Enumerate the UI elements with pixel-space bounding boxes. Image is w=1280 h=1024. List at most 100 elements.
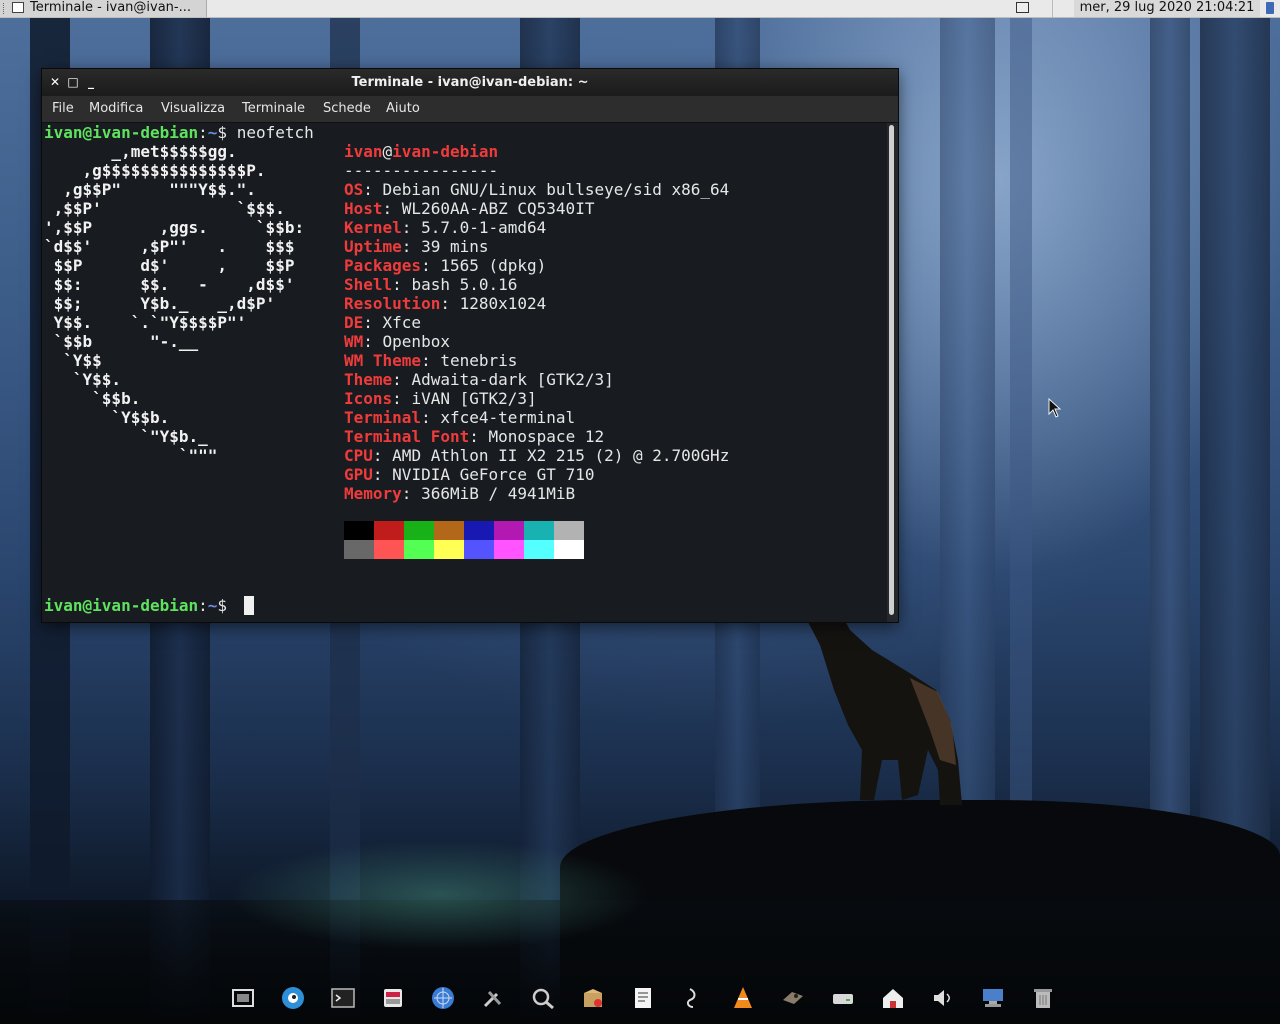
info-line: Kernel: 5.7.0-1-amd64 — [344, 218, 546, 237]
menubar: File Modifica Visualizza Terminale Sched… — [42, 96, 898, 123]
settings-tools-icon[interactable] — [480, 986, 506, 1010]
info-key: WM Theme — [344, 351, 422, 370]
ascii-logo-line: $$P d$' , $$P — [44, 256, 295, 275]
menu-aiuto[interactable]: Aiuto — [382, 96, 424, 122]
dock — [222, 978, 1068, 1018]
mouse-pointer-icon — [1048, 398, 1062, 418]
info-key: Resolution — [344, 294, 441, 313]
home-folder-icon[interactable] — [880, 986, 906, 1010]
info-value: : Debian GNU/Linux bullseye/sid x86_64 — [363, 180, 730, 199]
ascii-logo-line: ',$$P ,ggs. `$$b: — [44, 218, 305, 237]
info-line: Theme: Adwaita-dark [GTK2/3] — [344, 370, 614, 389]
prompt-path: ~ — [207, 596, 218, 615]
panel-grip[interactable] — [3, 3, 6, 14]
scrollbar-thumb[interactable] — [889, 125, 894, 615]
prompt-user: ivan@ivan-debian — [44, 123, 199, 142]
drive-icon[interactable] — [830, 986, 856, 1010]
info-line: WM Theme: tenebris — [344, 351, 517, 370]
info-key: DE — [344, 313, 364, 332]
info-key: Icons — [344, 389, 393, 408]
panel-separator — [1052, 0, 1053, 17]
prompt-sep: : — [198, 596, 208, 615]
trash-icon[interactable] — [1030, 986, 1056, 1010]
menu-file[interactable]: File — [48, 96, 78, 122]
info-line: Shell: bash 5.0.16 — [344, 275, 517, 294]
info-value: : Monospace 12 — [469, 427, 605, 446]
ascii-logo-line: $$: $$. - ,d$$' — [44, 275, 295, 294]
info-line: DE: Xfce — [344, 313, 421, 332]
info-value: : bash 5.0.16 — [392, 275, 518, 294]
notification-icon[interactable] — [1266, 2, 1274, 14]
terminal-window-icon — [12, 2, 24, 13]
audio-mixer-icon[interactable] — [680, 986, 706, 1010]
ascii-logo-line: `$$b. — [44, 389, 141, 408]
info-line: GPU: NVIDIA GeForce GT 710 — [344, 465, 594, 484]
text-editor-icon[interactable] — [630, 986, 656, 1010]
info-line: Resolution: 1280x1024 — [344, 294, 546, 313]
info-value: : 1280x1024 — [440, 294, 547, 313]
info-line: Terminal Font: Monospace 12 — [344, 427, 604, 446]
info-key: Memory — [344, 484, 402, 503]
palette-swatch — [494, 521, 524, 540]
palette-swatch — [404, 521, 434, 540]
info-value: : NVIDIA GeForce GT 710 — [372, 465, 595, 484]
ascii-logo-line: ,g$$P" """Y$$.". — [44, 180, 256, 199]
info-key: GPU — [344, 465, 373, 484]
window-titlebar[interactable]: ✕ □ _ Terminale - ivan@ivan-debian: ~ — [42, 69, 898, 96]
menu-visualizza[interactable]: Visualizza — [157, 96, 229, 122]
ascii-logo-line: $$; Y$b._ _,d$P' — [44, 294, 276, 313]
taskbar-window-button[interactable]: Terminale - ivan@ivan-... — [0, 0, 207, 17]
search-icon[interactable] — [530, 986, 556, 1010]
info-value: : 1565 (dpkg) — [421, 256, 547, 275]
info-line: Icons: iVAN [GTK2/3] — [344, 389, 537, 408]
info-key: Theme — [344, 370, 393, 389]
vlc-icon[interactable] — [730, 986, 756, 1010]
ascii-logo-line: _,met$$$$$gg. — [44, 142, 237, 161]
prompt-line: ivan@ivan-debian:~$ neofetch — [44, 123, 314, 142]
terminal-output[interactable]: ivan@ivan-debian:~$ neofetch _,met$$$$$g… — [42, 123, 887, 622]
prompt-line-current: ivan@ivan-debian:~$ — [44, 596, 227, 615]
info-line: OS: Debian GNU/Linux bullseye/sid x86_64 — [344, 180, 729, 199]
palette-swatch — [434, 521, 464, 540]
info-key: Terminal Font — [344, 427, 470, 446]
color-palette — [344, 521, 584, 559]
text-cursor — [244, 596, 254, 615]
prompt-user: ivan@ivan-debian — [44, 596, 199, 615]
ascii-logo-line: `""" — [44, 446, 218, 465]
palette-swatch — [464, 521, 494, 540]
terminal-window[interactable]: ✕ □ _ Terminale - ivan@ivan-debian: ~ Fi… — [42, 69, 898, 622]
info-key: CPU — [344, 446, 373, 465]
info-key: Host — [344, 199, 383, 218]
display-tray-icon[interactable] — [1016, 2, 1029, 13]
palette-swatch — [374, 521, 404, 540]
info-key: Packages — [344, 256, 422, 275]
ascii-logo-line: `Y$$. — [44, 370, 122, 389]
info-value: : 366MiB / 4941MiB — [401, 484, 576, 503]
palette-swatch — [554, 540, 584, 559]
screenshot-icon[interactable] — [230, 986, 256, 1010]
window-title: Terminale - ivan@ivan-debian: ~ — [351, 75, 589, 90]
package-manager-icon[interactable] — [580, 986, 606, 1010]
palette-swatch — [344, 540, 374, 559]
info-value: : Openbox — [363, 332, 450, 351]
menu-schede[interactable]: Schede — [319, 96, 375, 122]
menu-terminale[interactable]: Terminale — [238, 96, 309, 122]
prompt-path: ~ — [207, 123, 218, 142]
ascii-logo-line: `$$b "-.__ — [44, 332, 199, 351]
info-value: : Xfce — [363, 313, 422, 332]
image-editor-icon[interactable] — [780, 986, 806, 1010]
info-line: Terminal: xfce4-terminal — [344, 408, 575, 427]
file-manager-icon[interactable] — [380, 986, 406, 1010]
web-browser-icon[interactable] — [430, 986, 456, 1010]
info-key: OS — [344, 180, 364, 199]
panel-clock[interactable]: mer, 29 lug 2020 21:04:21 — [1074, 0, 1260, 17]
menu-modifica[interactable]: Modifica — [85, 96, 147, 122]
network-icon[interactable] — [980, 986, 1006, 1010]
palette-swatch — [434, 540, 464, 559]
terminal-icon[interactable] — [330, 986, 356, 1010]
ascii-logo-line: ,$$P' `$$$. — [44, 199, 285, 218]
terminal-scrollbar[interactable] — [887, 123, 898, 622]
volume-icon[interactable] — [930, 986, 956, 1010]
info-value: : xfce4-terminal — [421, 408, 576, 427]
finch-browser-icon[interactable] — [280, 986, 306, 1010]
